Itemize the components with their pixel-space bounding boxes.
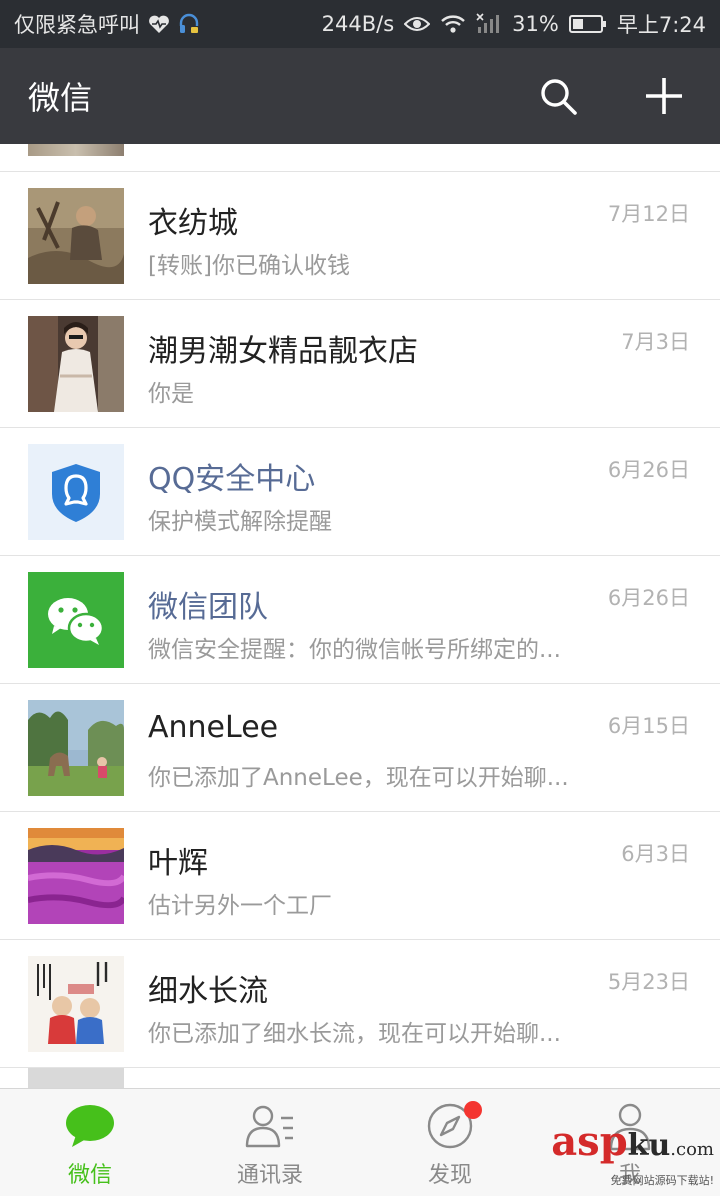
tab-discover[interactable]: 发现	[360, 1089, 540, 1196]
chat-bubble-icon	[63, 1101, 117, 1151]
battery-icon	[568, 14, 607, 34]
avatar	[28, 316, 124, 412]
chat-row[interactable]: AnneLee 你已添加了AnneLee，现在可以开始聊... 6月15日	[0, 684, 720, 812]
chat-preview: 估计另外一个工厂	[148, 893, 332, 919]
chat-row[interactable]: 微信团队 微信安全提醒：你的微信帐号所绑定的... 6月26日	[0, 556, 720, 684]
tab-bar: 微信 通讯录 发现 我 aspku.com 免费网站源码下载站!	[0, 1088, 720, 1196]
wechat-logo-icon	[28, 572, 124, 668]
wifi-icon	[440, 14, 466, 34]
carrier-text: 仅限紧急呼叫	[14, 13, 140, 37]
chat-row[interactable]: 潮男潮女精品靓衣店 你是 7月3日	[0, 300, 720, 428]
watermark-subtext: 免费网站源码下载站!	[610, 1174, 714, 1187]
app-title: 微信	[28, 79, 93, 117]
tab-contacts[interactable]: 通讯录	[180, 1089, 360, 1196]
signal-icon	[476, 13, 502, 35]
chat-name: 细水长流	[148, 974, 268, 1009]
chat-name: QQ安全中心	[148, 462, 316, 497]
app-actions	[536, 74, 692, 118]
watermark-text: aspku.com	[551, 1118, 714, 1165]
partial-chat-row[interactable]	[0, 144, 720, 172]
search-button[interactable]	[536, 74, 580, 118]
chat-preview: 你是	[148, 381, 194, 407]
chat-time: 6月26日	[607, 458, 690, 482]
chat-time: 6月26日	[607, 586, 690, 610]
headset-icon	[178, 12, 200, 36]
avatar	[28, 956, 124, 1052]
chat-time: 7月3日	[621, 330, 690, 354]
watermark-logo: aspku.com 免费网站源码下载站!	[551, 1122, 714, 1188]
chat-row[interactable]: QQ安全中心 保护模式解除提醒 6月26日	[0, 428, 720, 556]
tab-label: 通讯录	[236, 1163, 303, 1188]
battery-percent: 31%	[512, 12, 559, 36]
chat-time: 6月15日	[607, 714, 690, 738]
chat-time: 5月23日	[607, 970, 690, 994]
status-right: 244B/s 31% 早上7:24	[322, 9, 706, 39]
avatar	[28, 828, 124, 924]
avatar	[28, 1068, 124, 1088]
chat-name: 叶辉	[148, 846, 208, 881]
notification-badge	[464, 1101, 482, 1119]
tab-label: 微信	[67, 1163, 112, 1188]
tab-label: 发现	[427, 1163, 472, 1188]
partial-chat-row[interactable]	[0, 1068, 720, 1088]
chat-row[interactable]: 衣纺城 [转账]你已确认收钱 7月12日	[0, 172, 720, 300]
qq-shield-icon	[28, 444, 124, 540]
contacts-icon	[243, 1101, 297, 1151]
chat-time: 7月12日	[607, 202, 690, 226]
app-bar: 微信	[0, 48, 720, 144]
chat-preview: [转账]你已确认收钱	[148, 253, 350, 279]
chat-time: 6月3日	[621, 842, 690, 866]
status-left: 仅限紧急呼叫	[14, 9, 200, 39]
chat-row[interactable]: 细水长流 你已添加了细水长流，现在可以开始聊... 5月23日	[0, 940, 720, 1068]
chat-preview: 你已添加了细水长流，现在可以开始聊...	[148, 1021, 561, 1047]
chat-name: 微信团队	[148, 590, 268, 625]
chat-row[interactable]: 叶辉 估计另外一个工厂 6月3日	[0, 812, 720, 940]
add-button[interactable]	[642, 74, 686, 118]
avatar	[28, 188, 124, 284]
avatar	[28, 700, 124, 796]
plus-icon	[646, 78, 682, 114]
heart-icon	[148, 14, 170, 34]
chat-name: 衣纺城	[148, 206, 238, 241]
clock: 早上7:24	[616, 13, 706, 37]
net-speed: 244B/s	[321, 12, 395, 36]
chat-name: AnneLee	[148, 710, 279, 745]
chat-list: 衣纺城 [转账]你已确认收钱 7月12日 潮男潮女精品靓衣店 你是 7月3日 Q…	[0, 144, 720, 1088]
status-bar: 仅限紧急呼叫 244B/s 31% 早上7:24	[0, 0, 720, 48]
tab-chats[interactable]: 微信	[0, 1089, 180, 1196]
avatar	[28, 144, 124, 156]
chat-preview: 你已添加了AnneLee，现在可以开始聊...	[148, 765, 569, 791]
chat-name: 潮男潮女精品靓衣店	[148, 334, 418, 369]
chat-preview: 保护模式解除提醒	[148, 509, 332, 535]
search-icon	[541, 79, 577, 115]
chat-preview: 微信安全提醒：你的微信帐号所绑定的...	[148, 637, 561, 663]
eye-icon	[404, 15, 431, 33]
